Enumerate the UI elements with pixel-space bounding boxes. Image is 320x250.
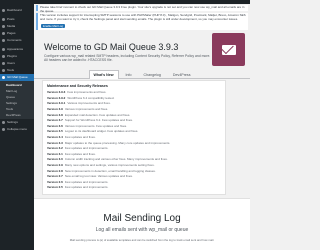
sidebar-item-users[interactable]: Users [0, 60, 34, 67]
release-version: Version 3.9.3 [47, 90, 66, 95]
release-version: Version 3.4 [47, 135, 63, 140]
release-text: New email log tool view. Various updates… [64, 174, 133, 179]
release-version: Version 3.7 [47, 118, 63, 123]
tab-info[interactable]: Info [121, 70, 137, 79]
wrench-icon [2, 69, 5, 72]
brush-icon [2, 48, 5, 51]
sidebar-item-media[interactable]: Media [0, 23, 34, 30]
sidebar-item-gd-mail-queue[interactable]: GD Mail Queue [0, 74, 34, 81]
feature-section: Mail Sending Log Log all emails sent wit… [34, 198, 250, 250]
sidebar-item-posts[interactable]: Posts [0, 16, 34, 23]
enable-mail-log-button[interactable]: Enable Mail Log [41, 24, 65, 28]
mail-icon [2, 76, 5, 79]
release-text: Few updates and improvements. [64, 185, 109, 190]
release-version: Version 3.1 [47, 151, 63, 156]
comment-icon [2, 39, 5, 42]
sidebar-item-tools[interactable]: Tools [0, 67, 34, 74]
release-text: Support for WordPress 6.2. Few updates a… [64, 118, 133, 123]
sidebar-collapse[interactable]: Collapse menu [0, 126, 34, 133]
release-text: Logout to its dashboard widget. Few upda… [64, 129, 139, 134]
feature-subtitle: Log all emails sent with wp_mail or queu… [95, 227, 189, 233]
sidebar-item-dashboard[interactable]: Dashboard [0, 7, 34, 14]
releases-heading: Maintenance and Security Releases [47, 84, 108, 88]
release-text: Few improvements and fixes. [67, 90, 107, 95]
tab-dev4press[interactable]: Dev4Press [168, 70, 196, 79]
release-text: New improvements in detection, email han… [64, 168, 156, 173]
sidebar-submenu: Dashboard Mail Log Queue Settings Tools … [0, 81, 34, 119]
release-text: Column width tracking and various other … [64, 157, 168, 162]
sidebar-item-pages[interactable]: Pages [0, 30, 34, 37]
users-icon [2, 62, 5, 65]
release-text: Many new options and settings, various i… [64, 163, 155, 168]
notice-update: This version includes support for interc… [36, 13, 248, 30]
sidebar-item-appearance[interactable]: Appearance [0, 46, 34, 53]
release-version: Version 2.6 [47, 179, 63, 184]
tab-changelog[interactable]: Changelog [139, 70, 166, 79]
sidebar-item-comments[interactable]: Comments [0, 37, 34, 44]
notice-text: This version includes support for interc… [40, 13, 246, 21]
release-version: Version 3.0 [47, 157, 63, 162]
sidebar-item-settings[interactable]: Settings [0, 119, 34, 126]
release-version: Version 3.9.2 [47, 95, 66, 100]
plugin-badge [212, 33, 245, 66]
release-text: Few updates and fixes. [64, 135, 96, 140]
pin-icon [2, 18, 5, 21]
main-content: Please take brief moment to check out GD… [34, 4, 250, 250]
page-title: Welcome to GD Mail Queue 3.9.3 [44, 42, 179, 52]
release-version: Version 2.8 [47, 168, 63, 173]
releases-panel: Maintenance and Security Releases Versio… [42, 80, 226, 195]
feature-description: Mail sending process is (a) of available… [69, 238, 215, 242]
submenu-item-dev4press[interactable]: Dev4Press [0, 112, 34, 118]
tab-whats-new[interactable]: What's New [88, 70, 119, 79]
release-text: Various improvements and fixes. [64, 107, 109, 112]
release-version: Version 2.9 [47, 163, 63, 168]
settings-icon [2, 121, 5, 124]
release-text: Various improvements. Few updates and fi… [64, 123, 127, 128]
envelope-icon [221, 44, 236, 55]
release-text: WordPress 6.4 compatibility tested. [67, 95, 115, 100]
release-text: Few updates and fixes. [64, 151, 96, 156]
release-row: Version 2.5 Few updates and improvements. [47, 185, 221, 191]
about-tabs: What's New Info Changelog Dev4Press [34, 70, 250, 79]
feature-title: Mail Sending Log [103, 213, 181, 224]
release-version: Version 3.3 [47, 140, 63, 145]
welcome-header: Welcome to GD Mail Queue 3.9.3 Configure… [36, 33, 248, 66]
release-version: Version 2.5 [47, 185, 63, 190]
release-version: Version 3.6 [47, 123, 63, 128]
dashboard-icon [2, 9, 5, 12]
release-text: Few updates and improvements. [64, 146, 109, 151]
sidebar-item-plugins[interactable]: Plugins [0, 53, 34, 60]
release-version: Version 3.8 [47, 112, 63, 117]
notice-plugin: Please take brief moment to check out GD… [36, 5, 248, 12]
release-version: Version 3.5 [47, 129, 63, 134]
release-text: Few updates and improvements. [64, 179, 109, 184]
release-text: Various improvements and fixes. [67, 101, 111, 106]
media-icon [2, 25, 5, 28]
plugin-icon [2, 55, 5, 58]
admin-sidebar: Dashboard Posts Media Pages Comments App… [0, 4, 34, 250]
page-tagline: Configure various wp_mail related SMTP h… [44, 54, 211, 63]
release-version: Version 3.2 [47, 146, 63, 151]
release-version: Version 2.7 [47, 174, 63, 179]
release-version: Version 3.9 [47, 107, 63, 112]
release-version: Version 3.9.1 [47, 101, 66, 106]
release-text: Expanded mail detection. Few updates and… [64, 112, 131, 117]
pages-icon [2, 32, 5, 35]
collapse-icon [2, 128, 5, 131]
release-text: Major updates to the queue processing. M… [64, 140, 171, 145]
